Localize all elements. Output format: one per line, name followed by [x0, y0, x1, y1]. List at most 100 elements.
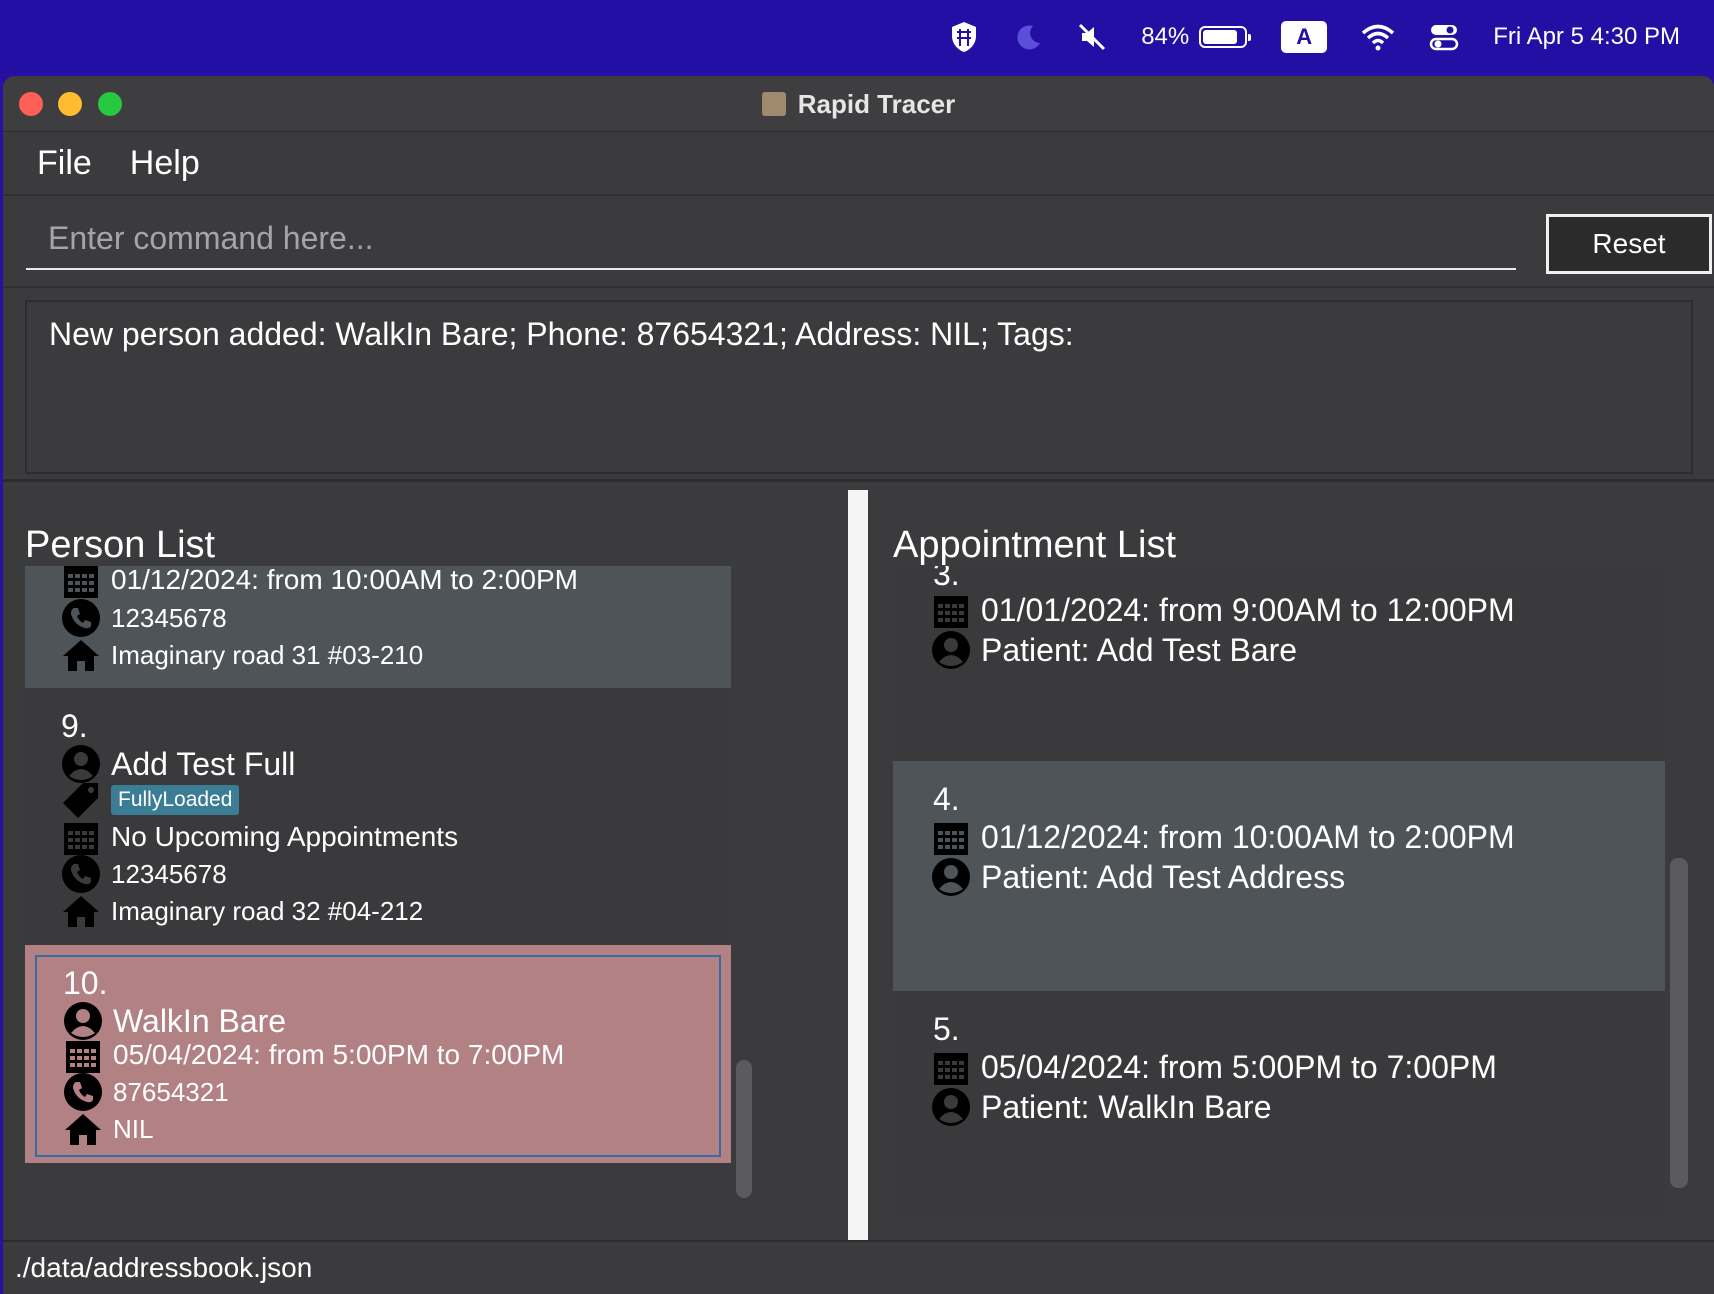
result-message: New person added: WalkIn Bare; Phone: 87…: [25, 300, 1693, 474]
appointment-patient: Patient: WalkIn Bare: [981, 1088, 1272, 1125]
battery-status[interactable]: 84%: [1141, 0, 1252, 74]
person-address: Imaginary road 32 #04-212: [111, 895, 424, 926]
person-appointment: No Upcoming Appointments: [111, 821, 459, 852]
app-icon: [761, 92, 786, 116]
reset-button[interactable]: Reset: [1546, 214, 1712, 274]
pane-divider[interactable]: [848, 490, 868, 1240]
calendar-icon: [931, 1047, 971, 1087]
appointment-time-row: 01/12/2024: from 10:00AM to 2:00PM: [931, 817, 1515, 857]
person-appointment: 05/04/2024: from 5:00PM to 7:00PM: [113, 1039, 565, 1070]
person-card-selected[interactable]: 10. WalkIn Bare 05/04/2024: from 5:00PM …: [25, 945, 731, 1163]
volume-muted-icon[interactable]: [1077, 0, 1107, 74]
menu-help[interactable]: Help: [130, 144, 200, 183]
person-address-row: Imaginary road 31 #03-210: [61, 635, 423, 675]
person-name: Add Test Full: [111, 745, 296, 782]
appointment-list[interactable]: 3. 01/01/2024: from 9:00AM to 12:00PM Pa…: [893, 566, 1665, 1220]
person-address-row: NIL: [63, 1109, 153, 1149]
person-appointment-row: 01/12/2024: from 10:00AM to 2:00PM: [61, 566, 578, 600]
battery-level: [1203, 30, 1238, 44]
person-index: 9.: [61, 708, 88, 744]
person-icon: [931, 1087, 971, 1127]
appointment-patient-row: Patient: Add Test Bare: [931, 630, 1297, 670]
appointment-list-scrollbar[interactable]: [1670, 858, 1688, 1188]
person-phone-row: 12345678: [61, 598, 227, 638]
appointment-time: 01/01/2024: from 9:00AM to 12:00PM: [981, 591, 1515, 628]
person-address: NIL: [113, 1113, 154, 1144]
person-icon: [61, 744, 101, 784]
person-phone-row: 12345678: [61, 854, 227, 894]
home-icon: [61, 891, 101, 931]
wifi-icon[interactable]: [1361, 0, 1395, 74]
input-source-label: A: [1281, 21, 1328, 53]
battery-percent: 84%: [1141, 23, 1190, 50]
command-box: Reset: [3, 196, 1714, 288]
person-icon: [931, 630, 971, 670]
data-file-path: ./data/addressbook.json: [15, 1252, 313, 1283]
phone-icon: [61, 854, 101, 894]
person-tag-row: FullyLoaded: [61, 780, 240, 820]
person-card-partial[interactable]: 01/12/2024: from 10:00AM to 2:00PM 12345…: [25, 566, 731, 688]
person-phone: 12345678: [111, 602, 227, 633]
vpn-shield-icon[interactable]: [949, 0, 979, 74]
person-list-title: Person List: [25, 524, 216, 566]
appointment-index: 4.: [933, 781, 960, 817]
person-address: Imaginary road 31 #03-210: [111, 639, 424, 670]
command-input[interactable]: [26, 208, 1516, 270]
appointment-card[interactable]: 4. 01/12/2024: from 10:00AM to 2:00PM Pa…: [893, 761, 1665, 991]
result-display: New person added: WalkIn Bare; Phone: 87…: [3, 288, 1714, 482]
phone-icon: [61, 598, 101, 638]
window-title: Rapid Tracer: [3, 76, 1714, 132]
person-address-row: Imaginary road 32 #04-212: [61, 891, 423, 931]
appointment-index: 3.: [933, 566, 960, 592]
home-icon: [63, 1109, 103, 1149]
tag-icon: [61, 780, 101, 820]
person-appointment-row: 05/04/2024: from 5:00PM to 7:00PM: [63, 1035, 564, 1075]
list-panes: Person List 01/12/2024: from 10:00AM to …: [3, 490, 1714, 1240]
appointment-card[interactable]: 3. 01/01/2024: from 9:00AM to 12:00PM Pa…: [893, 566, 1665, 761]
focus-moon-icon[interactable]: [1013, 0, 1043, 74]
home-icon: [61, 635, 101, 675]
person-phone: 12345678: [111, 858, 227, 889]
appointment-patient: Patient: Add Test Address: [981, 858, 1346, 895]
appointment-time: 01/12/2024: from 10:00AM to 2:00PM: [981, 818, 1515, 855]
person-card[interactable]: 9. Add Test Full FullyLoaded No Upcoming…: [25, 688, 731, 945]
window-titlebar[interactable]: Rapid Tracer: [3, 76, 1714, 132]
status-bar: ./data/addressbook.json: [3, 1240, 1714, 1294]
person-icon: [931, 857, 971, 897]
person-index: 10.: [63, 965, 108, 1001]
calendar-icon: [61, 817, 101, 857]
person-list[interactable]: 01/12/2024: from 10:00AM to 2:00PM 12345…: [25, 566, 731, 1166]
appointment-time-row: 01/01/2024: from 9:00AM to 12:00PM: [931, 590, 1515, 630]
control-center-icon[interactable]: [1429, 0, 1459, 74]
person-appointment: 01/12/2024: from 10:00AM to 2:00PM: [111, 566, 578, 595]
person-name: WalkIn Bare: [113, 1002, 287, 1039]
person-name-row: Add Test Full: [61, 744, 295, 784]
menubar-clock[interactable]: Fri Apr 5 4:30 PM: [1493, 0, 1680, 74]
appointment-patient-row: Patient: Add Test Address: [931, 857, 1345, 897]
macos-menubar: 84% A Fri Apr 5 4:30 PM: [0, 0, 1714, 74]
calendar-icon: [63, 1035, 103, 1075]
menu-file[interactable]: File: [37, 144, 92, 183]
menubar-datetime: Fri Apr 5 4:30 PM: [1493, 23, 1680, 50]
window-title-text: Rapid Tracer: [797, 88, 956, 119]
person-phone-row: 87654321: [63, 1072, 229, 1112]
person-appointment-row: No Upcoming Appointments: [61, 817, 458, 857]
calendar-icon: [61, 566, 101, 600]
appointment-patient-row: Patient: WalkIn Bare: [931, 1087, 1272, 1127]
appointment-patient: Patient: Add Test Bare: [981, 631, 1298, 668]
appointment-time-row: 05/04/2024: from 5:00PM to 7:00PM: [931, 1047, 1497, 1087]
person-phone: 87654321: [113, 1076, 229, 1107]
input-source[interactable]: A: [1281, 0, 1328, 74]
calendar-icon: [931, 817, 971, 857]
battery-icon: [1199, 26, 1252, 48]
appointment-time: 05/04/2024: from 5:00PM to 7:00PM: [981, 1048, 1497, 1085]
person-list-scrollbar[interactable]: [736, 1060, 752, 1198]
app-window: Rapid Tracer File Help Reset New person …: [3, 76, 1714, 1294]
phone-icon: [63, 1072, 103, 1112]
appointment-list-title: Appointment List: [893, 524, 1177, 566]
appointment-index: 5.: [933, 1011, 960, 1047]
appointment-card[interactable]: 5. 05/04/2024: from 5:00PM to 7:00PM Pat…: [893, 991, 1665, 1220]
calendar-icon: [931, 590, 971, 630]
person-tag: FullyLoaded: [111, 785, 240, 815]
menu-bar: File Help: [3, 132, 1714, 196]
